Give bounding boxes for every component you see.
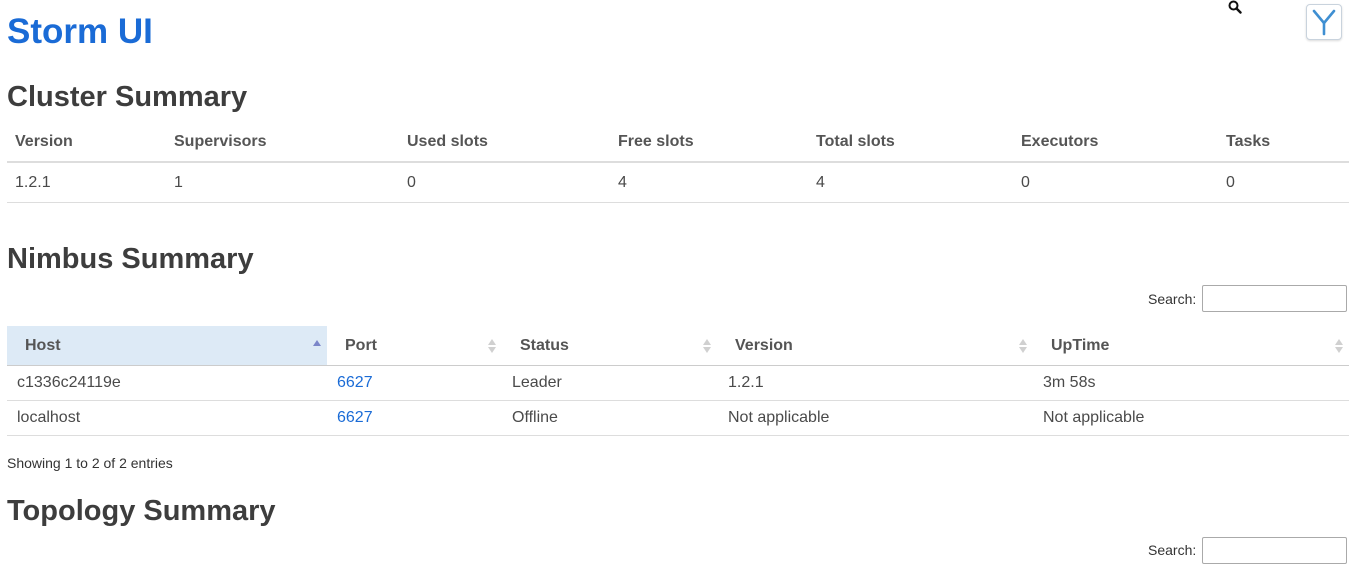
version-cell: 1.2.1 xyxy=(728,374,764,391)
table-row: localhost 6627 Offline Not applicable No… xyxy=(7,401,1349,436)
column-header-label: Status xyxy=(520,337,569,354)
table-row: 1.2.1 1 0 4 4 0 0 xyxy=(7,163,1349,203)
column-header-uptime[interactable]: UpTime xyxy=(1033,326,1349,365)
topology-summary-title: Topology Summary xyxy=(7,495,276,527)
sort-icon xyxy=(488,339,496,353)
table-cell: 1.2.1 xyxy=(15,174,51,191)
search-icon[interactable] xyxy=(1228,0,1242,14)
column-header: Supervisors xyxy=(174,133,267,150)
nimbus-search-input[interactable] xyxy=(1202,285,1347,312)
sort-icon xyxy=(1019,339,1027,353)
sort-ascending-icon xyxy=(313,340,321,346)
table-cell: 4 xyxy=(816,174,825,191)
app-title[interactable]: Storm UI xyxy=(7,10,153,54)
host-cell: localhost xyxy=(17,409,81,426)
sort-icon xyxy=(703,339,711,353)
column-header-label: Port xyxy=(345,337,377,354)
port-link[interactable]: 6627 xyxy=(337,366,373,400)
column-header: Version xyxy=(15,133,73,150)
status-cell: Leader xyxy=(512,374,562,391)
storm-logo-icon[interactable] xyxy=(1306,4,1342,40)
column-header-label: Version xyxy=(735,337,793,354)
version-cell: Not applicable xyxy=(728,409,830,426)
column-header: Free slots xyxy=(618,133,694,150)
uptime-cell: 3m 58s xyxy=(1043,374,1096,391)
column-header-version[interactable]: Version xyxy=(717,326,1033,365)
table-header-row: Version Supervisors Used slots Free slot… xyxy=(7,122,1349,163)
table-info: Showing 1 to 2 of 2 entries xyxy=(7,455,173,471)
table-cell: 0 xyxy=(407,174,416,191)
search-label: Search: xyxy=(1148,542,1197,558)
column-header: Tasks xyxy=(1226,133,1271,150)
status-cell: Offline xyxy=(512,409,558,426)
nimbus-summary-title: Nimbus Summary xyxy=(7,243,254,275)
column-header-host[interactable]: Host xyxy=(7,326,327,365)
column-header: Used slots xyxy=(407,133,488,150)
column-header: Executors xyxy=(1021,133,1099,150)
table-cell: 0 xyxy=(1021,174,1030,191)
host-cell: c1336c24119e xyxy=(17,374,121,391)
nimbus-summary-table: Host Port Status Version UpTime c1336c24… xyxy=(7,326,1349,436)
column-header: Total slots xyxy=(816,133,895,150)
uptime-cell: Not applicable xyxy=(1043,409,1145,426)
column-header-status[interactable]: Status xyxy=(502,326,717,365)
search-label: Search: xyxy=(1148,291,1197,307)
table-cell: 1 xyxy=(174,174,183,191)
port-link[interactable]: 6627 xyxy=(337,401,373,435)
table-cell: 0 xyxy=(1226,174,1235,191)
column-header-port[interactable]: Port xyxy=(327,326,502,365)
sort-icon xyxy=(1335,339,1343,353)
table-row: c1336c24119e 6627 Leader 1.2.1 3m 58s xyxy=(7,366,1349,401)
table-cell: 4 xyxy=(618,174,627,191)
cluster-summary-title: Cluster Summary xyxy=(7,81,248,113)
column-header-label: UpTime xyxy=(1051,337,1110,354)
cluster-summary-table: Version Supervisors Used slots Free slot… xyxy=(7,122,1349,203)
table-header-row: Host Port Status Version UpTime xyxy=(7,326,1349,366)
topology-search-input[interactable] xyxy=(1202,537,1347,564)
column-header-label: Host xyxy=(25,337,61,354)
